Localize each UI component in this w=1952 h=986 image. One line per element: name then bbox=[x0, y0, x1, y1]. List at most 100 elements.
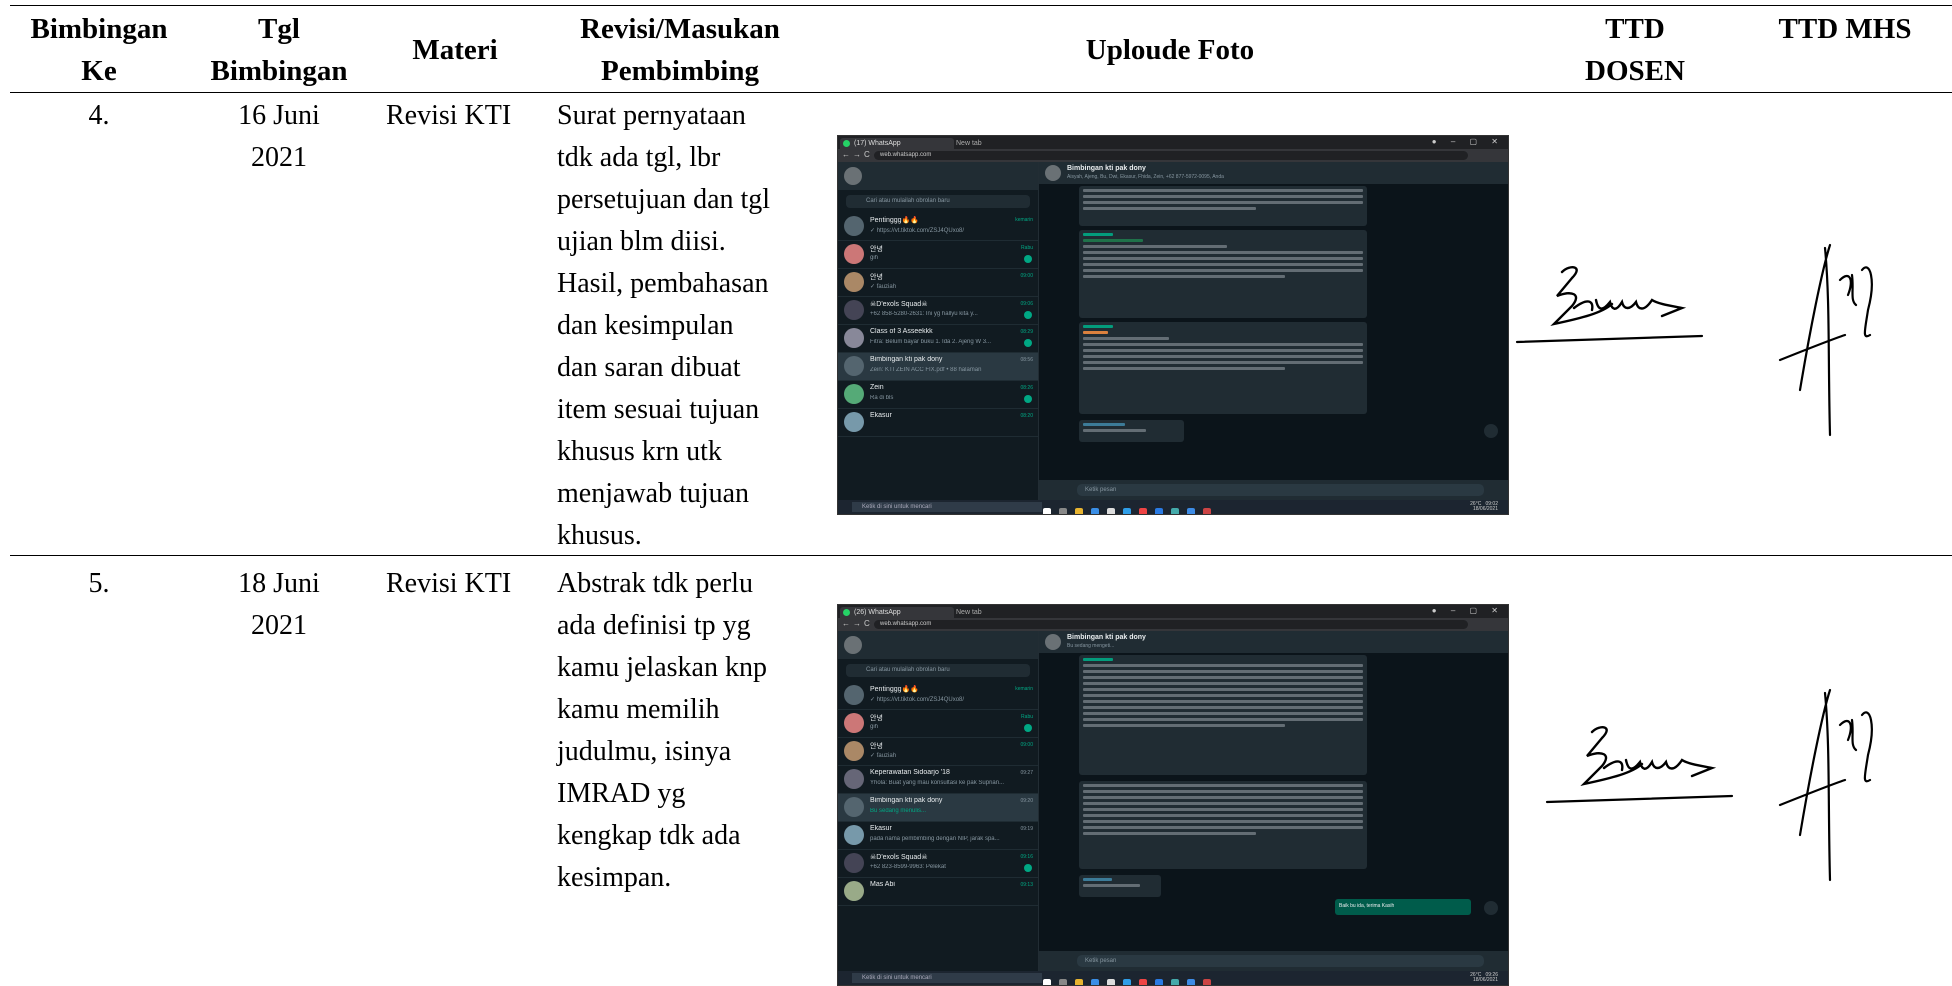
window-controls: ● – ▢ ✕ bbox=[1431, 137, 1504, 146]
chat-preview: ✓ fauziah bbox=[870, 753, 897, 759]
unread-badge bbox=[1024, 339, 1032, 347]
chat-search: Cari atau mulailah obrolan baru bbox=[846, 195, 1030, 208]
row-4-tgl-2: 2021 bbox=[251, 142, 307, 173]
windows-taskbar: Ketik di sini untuk mencari 26°C 09:26 18… bbox=[838, 971, 1508, 985]
chat-item: Ekasur 08:20 bbox=[838, 409, 1038, 437]
chat-preview: ✓ fauziah bbox=[870, 284, 897, 290]
chat-time: 09:00 bbox=[1020, 273, 1033, 279]
row-5-tgl-1: 18 Juni bbox=[238, 568, 320, 599]
chat-name: Bimbingan kti pak dony bbox=[870, 797, 943, 804]
chat-time: Rabu bbox=[1021, 714, 1033, 720]
header-ttd-mhs: TTD MHS bbox=[1778, 13, 1912, 45]
revisi-line: ada definisi tp yg bbox=[557, 610, 751, 641]
avatar bbox=[844, 853, 864, 873]
revisi-line: dan saran dibuat bbox=[557, 352, 741, 383]
message-input: Ketik pesan bbox=[1077, 955, 1484, 967]
url-field: web.whatsapp.com bbox=[874, 620, 1468, 629]
chat-time: 09:27 bbox=[1020, 770, 1033, 776]
chat-preview: pada nama pembimbing dengan NIP, jarak s… bbox=[870, 836, 1000, 842]
browser-urlbar: ←→C web.whatsapp.com bbox=[838, 149, 1508, 162]
group-title: Bimbingan kti pak dony bbox=[1067, 165, 1146, 172]
taskbar-icons bbox=[1043, 503, 1219, 514]
revisi-line: kamu jelaskan knp bbox=[557, 652, 767, 683]
unread-badge bbox=[1024, 864, 1032, 872]
chat-preview: Zein: KTI ZEIN ACC FIX.pdf • 88 halaman bbox=[870, 367, 982, 373]
tab-title: New tab bbox=[956, 609, 982, 616]
header-uploude-foto: Uploude Foto bbox=[1085, 34, 1255, 66]
system-tray: 26°C 09:02 18/06/2021 bbox=[1470, 502, 1498, 512]
browser-tabbar: (17) WhatsApp New tab ● – ▢ ✕ bbox=[838, 136, 1508, 149]
chat-item: Zein Ra di bls 08:26 bbox=[838, 381, 1038, 409]
chat-time: 09:19 bbox=[1020, 826, 1033, 832]
sidebar-header bbox=[838, 162, 1038, 190]
row-4-materi: Revisi KTI bbox=[386, 100, 512, 131]
chat-time: 08:56 bbox=[1020, 357, 1033, 363]
chat-item: ☠D'exols Squad☠ +62 823-8599-9963: Peleka… bbox=[838, 850, 1038, 878]
scroll-down-icon bbox=[1484, 424, 1498, 438]
chat-preview: ✓ https://vt.tiktok.com/ZSJ4QUxo8/ bbox=[870, 228, 965, 234]
mhs-signature-2 bbox=[1778, 688, 1873, 882]
avatar bbox=[844, 328, 864, 348]
chat-header: Bimbingan kti pak dony Aisyah, Ajeng, Bu… bbox=[1039, 162, 1508, 184]
compose-bar: Ketik pesan bbox=[1039, 951, 1508, 971]
avatar bbox=[844, 741, 864, 761]
revisi-line: kamu memilih bbox=[557, 694, 720, 725]
chat-name: 안녕 bbox=[870, 246, 883, 253]
unread-badge bbox=[1024, 395, 1032, 403]
chat-time: 09:13 bbox=[1020, 882, 1033, 888]
chat-main: Bimbingan kti pak dony Aisyah, Ajeng, Bu… bbox=[1039, 162, 1508, 500]
sidebar-header bbox=[838, 631, 1038, 659]
chat-preview: +62 823-8599-9963: Pelekat bbox=[870, 864, 946, 870]
tray-date: 18/06/2021 bbox=[1472, 977, 1498, 983]
chat-time: 09:00 bbox=[1020, 742, 1033, 748]
url-field: web.whatsapp.com bbox=[874, 151, 1468, 160]
browser-tab: (17) WhatsApp bbox=[840, 138, 954, 149]
header-bottom-border bbox=[10, 92, 1952, 93]
avatar bbox=[844, 769, 864, 789]
chat-sidebar: Cari atau mulailah obrolan baru Pentingg… bbox=[838, 631, 1039, 971]
chat-name: 안녕 bbox=[870, 274, 883, 281]
chat-item: 안녕 gih Rabu bbox=[838, 710, 1038, 738]
row-5-revisi: Abstrak tdk perlu ada definisi tp yg kam… bbox=[557, 563, 807, 899]
revisi-line: item sesuai tujuan bbox=[557, 394, 760, 425]
chat-time: 09:20 bbox=[1020, 798, 1033, 804]
chat-name: 안녕 bbox=[870, 743, 883, 750]
revisi-line: dan kesimpulan bbox=[557, 310, 734, 341]
chat-time: 09:16 bbox=[1020, 854, 1033, 860]
windows-taskbar: Ketik di sini untuk mencari 26°C 09:02 18… bbox=[838, 500, 1508, 514]
chat-name: Ekasur bbox=[870, 412, 892, 419]
group-members: Aisyah, Ajeng, Bu, Dwi, Ekasur, Fhida, Z… bbox=[1067, 174, 1224, 180]
chat-name: Zein bbox=[870, 384, 884, 391]
nav-arrows-icon: ←→C bbox=[842, 150, 873, 159]
chat-time: 09:06 bbox=[1020, 301, 1033, 307]
whatsapp-icon bbox=[843, 140, 850, 147]
row-4-revisi: Surat pernyataan tdk ada tgl, lbr perset… bbox=[557, 95, 807, 557]
avatar bbox=[844, 797, 864, 817]
chat-name: 안녕 bbox=[870, 715, 883, 722]
chat-preview: Fitra: Belum bayar buku 1. Ida 2. Ajeng … bbox=[870, 339, 992, 345]
message-bubble bbox=[1079, 781, 1367, 869]
chat-name: Mas Abi bbox=[870, 881, 895, 888]
avatar bbox=[844, 272, 864, 292]
window-controls: ● – ▢ ✕ bbox=[1431, 606, 1504, 615]
message-bubble bbox=[1079, 875, 1161, 897]
tray-date: 18/06/2021 bbox=[1472, 506, 1498, 512]
outgoing-text: Baik bu ida, terima Kasih bbox=[1339, 903, 1395, 909]
unread-badge bbox=[1024, 311, 1032, 319]
row-5-no: 5. bbox=[88, 568, 110, 599]
browser-tab: New tab bbox=[942, 607, 1046, 618]
chat-item: Pentinggg🔥🔥 ✓ https://vt.tiktok.com/ZSJ4Q… bbox=[838, 682, 1038, 710]
avatar bbox=[844, 881, 864, 901]
chat-name: ☠D'exols Squad☠ bbox=[870, 854, 928, 861]
chat-item: Class of 3 Asseekkk Fitra: Belum bayar bu… bbox=[838, 325, 1038, 353]
header-materi: Materi bbox=[412, 34, 498, 66]
mhs-signature-1 bbox=[1778, 243, 1873, 437]
tab-title: (26) WhatsApp bbox=[854, 609, 901, 616]
chat-preview: Bu sedang menulis... bbox=[870, 808, 927, 814]
table-top-border bbox=[10, 5, 1952, 6]
chat-item: ☠D'exols Squad☠ +62 858-5280-2631: Ini yg… bbox=[838, 297, 1038, 325]
row-divider bbox=[10, 555, 1952, 556]
revisi-line: persetujuan dan tgl bbox=[557, 184, 771, 215]
chat-item: 안녕 gih Rabu bbox=[838, 241, 1038, 269]
compose-bar: Ketik pesan bbox=[1039, 480, 1508, 500]
